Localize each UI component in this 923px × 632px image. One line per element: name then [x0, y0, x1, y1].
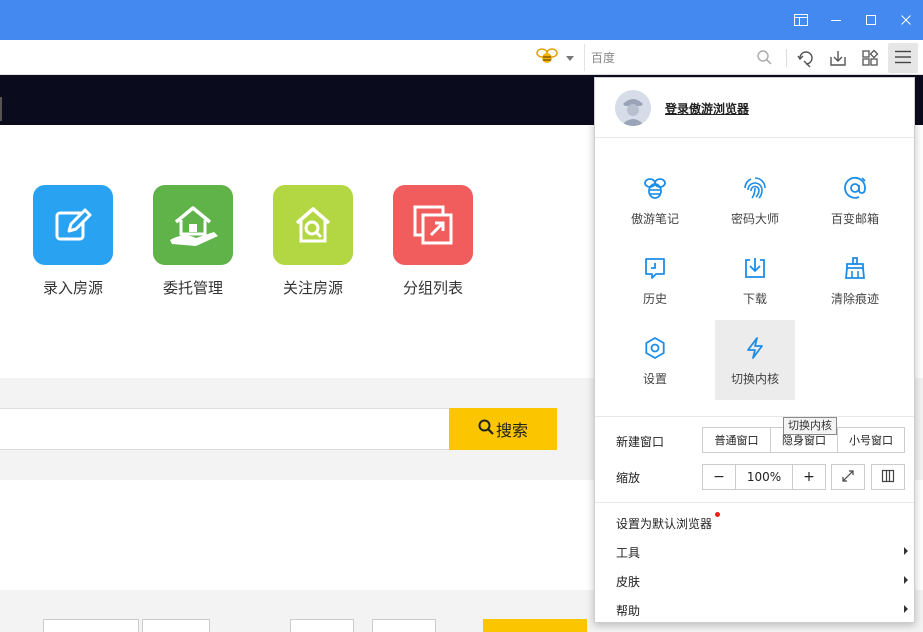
filter-select[interactable] — [142, 619, 210, 632]
expand-icon — [841, 469, 855, 486]
split-view-button[interactable] — [871, 464, 905, 490]
search-input[interactable] — [585, 44, 745, 71]
minimize-button[interactable] — [824, 8, 848, 32]
house-hand-icon — [153, 185, 233, 265]
menu-item-label: 皮肤 — [616, 575, 641, 589]
menu-divider — [595, 502, 914, 503]
menu-download[interactable]: 下载 — [715, 240, 795, 320]
tile-label: 委托管理 — [162, 279, 223, 297]
chevron-down-icon — [566, 50, 574, 64]
tile-followed-listings[interactable]: 关注房源 — [273, 185, 353, 297]
menu-grid-label: 下载 — [742, 292, 767, 306]
browser-toolbar — [0, 40, 923, 75]
menu-item-label: 帮助 — [616, 604, 641, 618]
columns-icon — [881, 469, 895, 486]
menu-grid-label: 百变邮箱 — [830, 212, 879, 226]
search-engine-selector[interactable] — [536, 47, 580, 68]
menu-password-master[interactable]: 密码大师 — [715, 160, 795, 240]
header-edge-mark — [0, 97, 2, 121]
new-alt-account-window-button[interactable]: 小号窗口 — [838, 428, 904, 452]
maximize-button[interactable] — [859, 8, 883, 32]
submenu-arrow-icon — [904, 605, 908, 613]
user-section: 登录傲游浏览器 — [595, 78, 914, 138]
tile-group-list[interactable]: 分组列表 — [393, 185, 473, 297]
menu-email[interactable]: 百变邮箱 — [815, 160, 895, 240]
email-at-icon — [841, 174, 869, 202]
zoom-control: − 100% + — [702, 464, 826, 490]
menu-grid-label: 设置 — [642, 372, 667, 386]
toolbar-divider — [786, 49, 787, 67]
download-icon — [741, 254, 769, 282]
menu-item-label: 设置为默认浏览器 — [616, 517, 713, 531]
edit-icon — [33, 185, 113, 265]
login-link[interactable]: 登录傲游浏览器 — [665, 100, 749, 117]
filter-input[interactable] — [290, 619, 354, 632]
menu-skins[interactable]: 皮肤 — [595, 566, 914, 594]
lightning-icon — [741, 334, 769, 362]
zoom-value: 100% — [735, 465, 793, 489]
notification-dot — [715, 512, 720, 517]
filter-select[interactable] — [43, 619, 139, 632]
history-icon — [641, 254, 669, 282]
menu-clear-traces[interactable]: 清除痕迹 — [815, 240, 895, 320]
filter-search-button[interactable] — [483, 619, 587, 632]
menu-settings[interactable]: 设置 — [615, 320, 695, 400]
house-search-icon — [273, 185, 353, 265]
main-menu-button[interactable] — [888, 43, 918, 73]
submenu-arrow-icon — [904, 576, 908, 584]
bee-note-icon — [641, 174, 669, 202]
tooltip-switch-engine: 切换内核 — [783, 417, 837, 435]
menu-grid-label: 清除痕迹 — [830, 292, 879, 306]
menu-divider — [595, 416, 914, 417]
tile-label: 录入房源 — [42, 279, 103, 297]
sidebar-toggle-icon[interactable] — [789, 8, 813, 32]
menu-grid-label: 历史 — [642, 292, 667, 306]
filter-input[interactable] — [372, 619, 436, 632]
broom-icon — [841, 254, 869, 282]
submenu-arrow-icon — [904, 547, 908, 555]
page-search-button[interactable]: 搜索 — [449, 408, 557, 450]
menu-switch-engine[interactable]: 切换内核 — [715, 320, 795, 400]
menu-grid-label: 密码大师 — [730, 212, 779, 226]
fingerprint-icon — [741, 174, 769, 202]
tile-add-listing[interactable]: 录入房源 — [33, 185, 113, 297]
zoom-in-button[interactable]: + — [793, 465, 825, 489]
close-button[interactable] — [894, 8, 918, 32]
tile-label: 分组列表 — [402, 279, 463, 297]
menu-item-label: 工具 — [616, 546, 641, 560]
gear-icon — [641, 334, 669, 362]
download-icon[interactable] — [825, 45, 851, 71]
title-bar — [0, 0, 923, 40]
search-icon — [478, 419, 494, 440]
fullscreen-button[interactable] — [831, 464, 865, 490]
menu-notes[interactable]: 傲游笔记 — [615, 160, 695, 240]
new-normal-window-button[interactable]: 普通窗口 — [703, 428, 771, 452]
main-menu-dropdown: 登录傲游浏览器 傲游笔记 密码大师 百变邮箱 历史 下载 清除痕迹 设置 切换内… — [594, 77, 915, 623]
restore-tab-icon[interactable] — [793, 45, 819, 71]
zoom-out-button[interactable]: − — [703, 465, 735, 489]
page-search-input[interactable] — [0, 408, 450, 450]
menu-help[interactable]: 帮助 — [595, 595, 914, 623]
avatar[interactable] — [615, 90, 651, 126]
menu-grid-label: 切换内核 — [730, 372, 779, 386]
menu-tools[interactable]: 工具 — [595, 537, 914, 565]
bee-logo-icon — [536, 47, 558, 68]
menu-set-default-browser[interactable]: 设置为默认浏览器 — [595, 508, 914, 536]
search-box — [584, 44, 780, 71]
apps-icon[interactable] — [857, 45, 883, 71]
tile-entrust-manage[interactable]: 委托管理 — [153, 185, 233, 297]
search-icon[interactable] — [757, 50, 772, 68]
zoom-label: 缩放 — [616, 471, 641, 485]
group-list-icon — [393, 185, 473, 265]
search-button-label: 搜索 — [495, 423, 528, 440]
menu-history[interactable]: 历史 — [615, 240, 695, 320]
tile-label: 关注房源 — [282, 279, 343, 297]
hamburger-icon — [895, 50, 911, 67]
menu-grid-label: 傲游笔记 — [630, 212, 679, 226]
new-window-label: 新建窗口 — [616, 435, 665, 449]
